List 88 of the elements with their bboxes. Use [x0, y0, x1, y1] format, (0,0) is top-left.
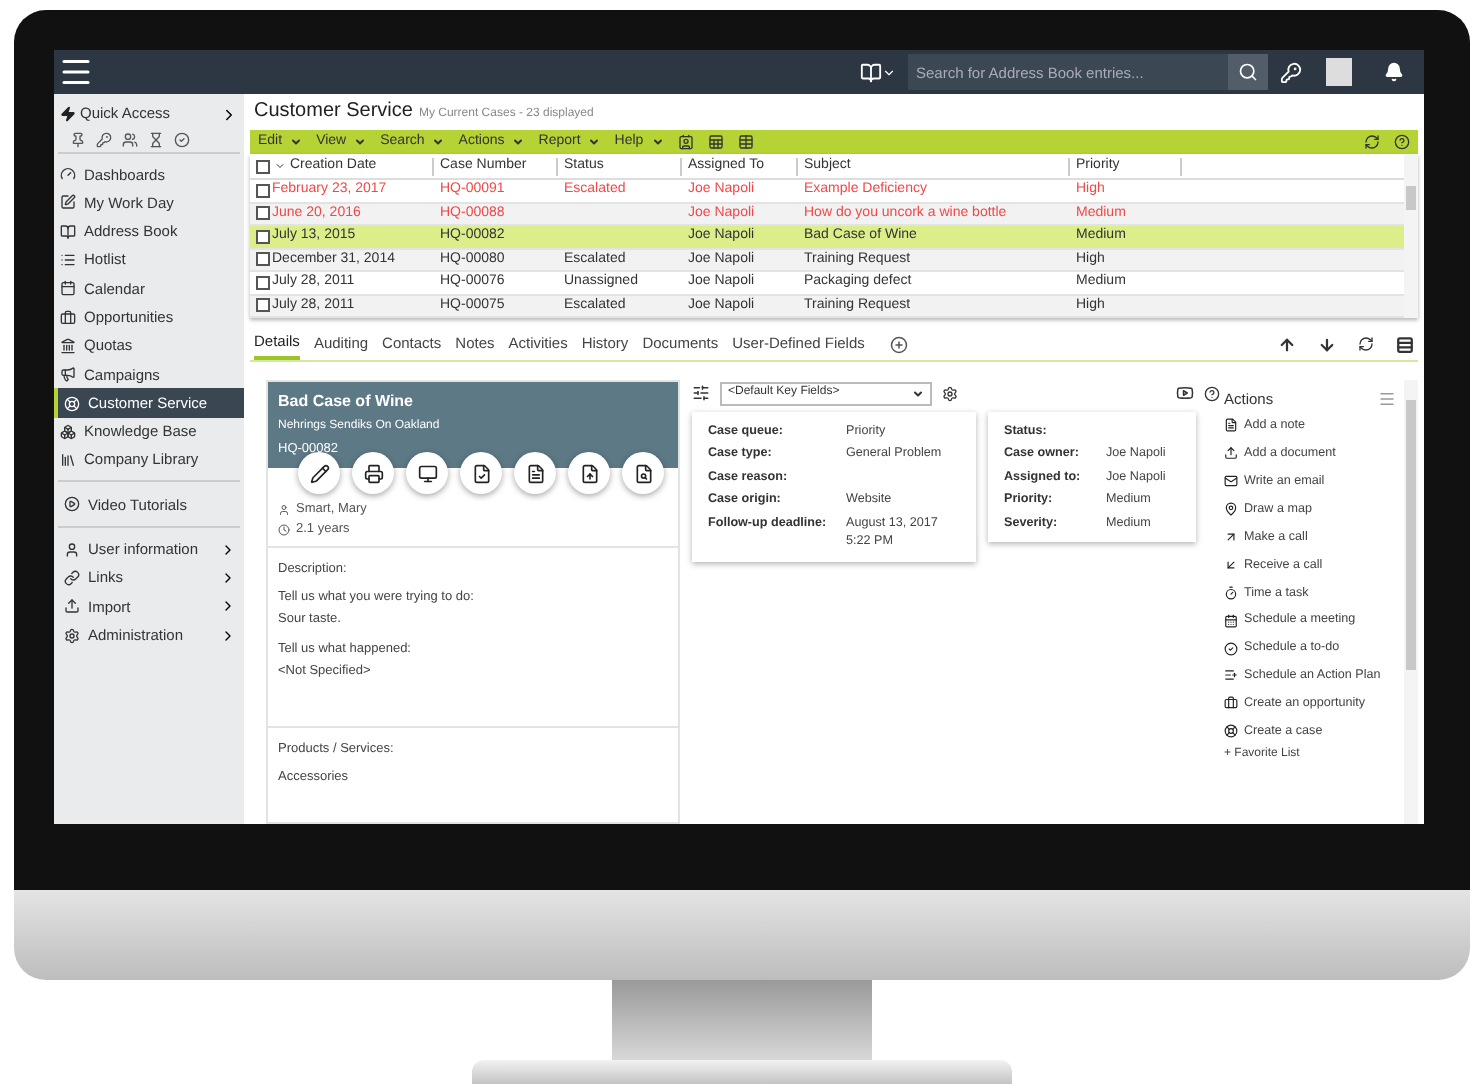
file-check-icon: [471, 463, 491, 483]
arrow-down-icon[interactable]: [1318, 335, 1336, 353]
upload-icon: [1224, 446, 1238, 461]
arrow-up-icon[interactable]: [1278, 335, 1296, 353]
caret-icon[interactable]: [651, 136, 664, 148]
user-icon: [64, 541, 80, 558]
clock-icon: [278, 523, 290, 536]
bell-icon[interactable]: [1384, 62, 1404, 82]
checkbox[interactable]: [256, 183, 270, 198]
refresh-icon[interactable]: [1358, 336, 1374, 352]
user-icon: [278, 503, 290, 516]
caret-icon: [912, 387, 924, 399]
printer-icon: [363, 463, 383, 483]
checkbox[interactable]: [256, 229, 270, 244]
link-icon: [64, 570, 80, 586]
circle-button[interactable]: [622, 452, 664, 494]
caret-icon[interactable]: [512, 136, 525, 148]
circle-button[interactable]: [352, 452, 394, 494]
list-icon: [1224, 668, 1238, 683]
book-icon: [60, 223, 76, 240]
spreadsheet-icon[interactable]: [707, 134, 724, 150]
megaphone-icon: [60, 366, 76, 383]
checkbox[interactable]: [256, 159, 270, 173]
timer-icon: [1224, 585, 1238, 600]
arrow-down-left-icon: [1224, 557, 1238, 572]
page-title: Customer Service: [254, 98, 413, 126]
add-tab-icon[interactable]: [890, 335, 909, 353]
map-pin-icon: [1224, 502, 1238, 517]
checkbox[interactable]: [256, 298, 270, 313]
circle-button[interactable]: [298, 452, 340, 494]
menu-icon[interactable]: [58, 54, 94, 90]
briefcase-icon: [60, 309, 76, 326]
gauge-icon: [60, 166, 76, 183]
caret-icon[interactable]: [882, 65, 896, 79]
file-search-icon: [633, 463, 653, 483]
lifebuoy-icon: [64, 395, 80, 412]
help-icon[interactable]: [1204, 385, 1220, 401]
calendar-icon: [1224, 613, 1238, 628]
table-icon[interactable]: [737, 134, 754, 150]
library-icon: [60, 452, 76, 469]
checkbox[interactable]: [256, 275, 270, 290]
check-circle-icon[interactable]: [174, 131, 190, 147]
circle-button[interactable]: [460, 452, 502, 494]
video-icon[interactable]: [1176, 384, 1194, 402]
caret-icon[interactable]: [354, 136, 367, 148]
scrollbar[interactable]: [1404, 154, 1418, 318]
chevron-icon[interactable]: [220, 105, 238, 123]
layout-icon[interactable]: [1396, 335, 1414, 353]
bolt-icon: [60, 106, 76, 122]
briefcase-icon: [1224, 696, 1238, 711]
circle-button[interactable]: [568, 452, 610, 494]
note-icon: [1224, 418, 1238, 433]
settings-icon: [64, 627, 80, 644]
users-icon[interactable]: [122, 131, 138, 147]
monitor-icon: [417, 463, 437, 483]
boxes-icon: [60, 423, 76, 440]
settings-icon[interactable]: [942, 385, 958, 401]
contact-card-icon[interactable]: [677, 134, 694, 150]
book-icon[interactable]: [860, 61, 882, 83]
pencil-icon: [309, 463, 329, 483]
hourglass-icon[interactable]: [148, 131, 164, 147]
circle-button[interactable]: [406, 452, 448, 494]
checkbox[interactable]: [256, 252, 270, 267]
pencil-icon: [60, 194, 76, 211]
arrow-up-right-icon: [1224, 530, 1238, 544]
caret-icon[interactable]: [588, 136, 601, 148]
building-icon: [60, 337, 76, 354]
refresh-icon[interactable]: [1364, 134, 1380, 150]
calendar-icon: [60, 280, 76, 297]
case-title: Bad Case of Wine: [278, 390, 415, 414]
lifebuoy-icon: [1224, 724, 1238, 739]
file-upload-icon: [579, 463, 599, 483]
scrollbar[interactable]: [1404, 380, 1418, 824]
pin-icon[interactable]: [70, 131, 86, 147]
document-icon: [525, 463, 545, 483]
upload-icon: [64, 598, 80, 615]
checkbox[interactable]: [256, 206, 270, 221]
search-button[interactable]: [1228, 54, 1268, 90]
filter-icon[interactable]: [692, 384, 710, 402]
caret-icon[interactable]: [432, 136, 445, 148]
mail-icon: [1224, 474, 1238, 489]
help-icon[interactable]: [1394, 134, 1410, 150]
play-icon: [64, 496, 80, 513]
search-icon: [1238, 62, 1258, 82]
key-icon[interactable]: [96, 131, 112, 147]
circle-button[interactable]: [514, 452, 556, 494]
list-icon: [60, 252, 76, 269]
check-circle-icon: [1224, 641, 1238, 656]
